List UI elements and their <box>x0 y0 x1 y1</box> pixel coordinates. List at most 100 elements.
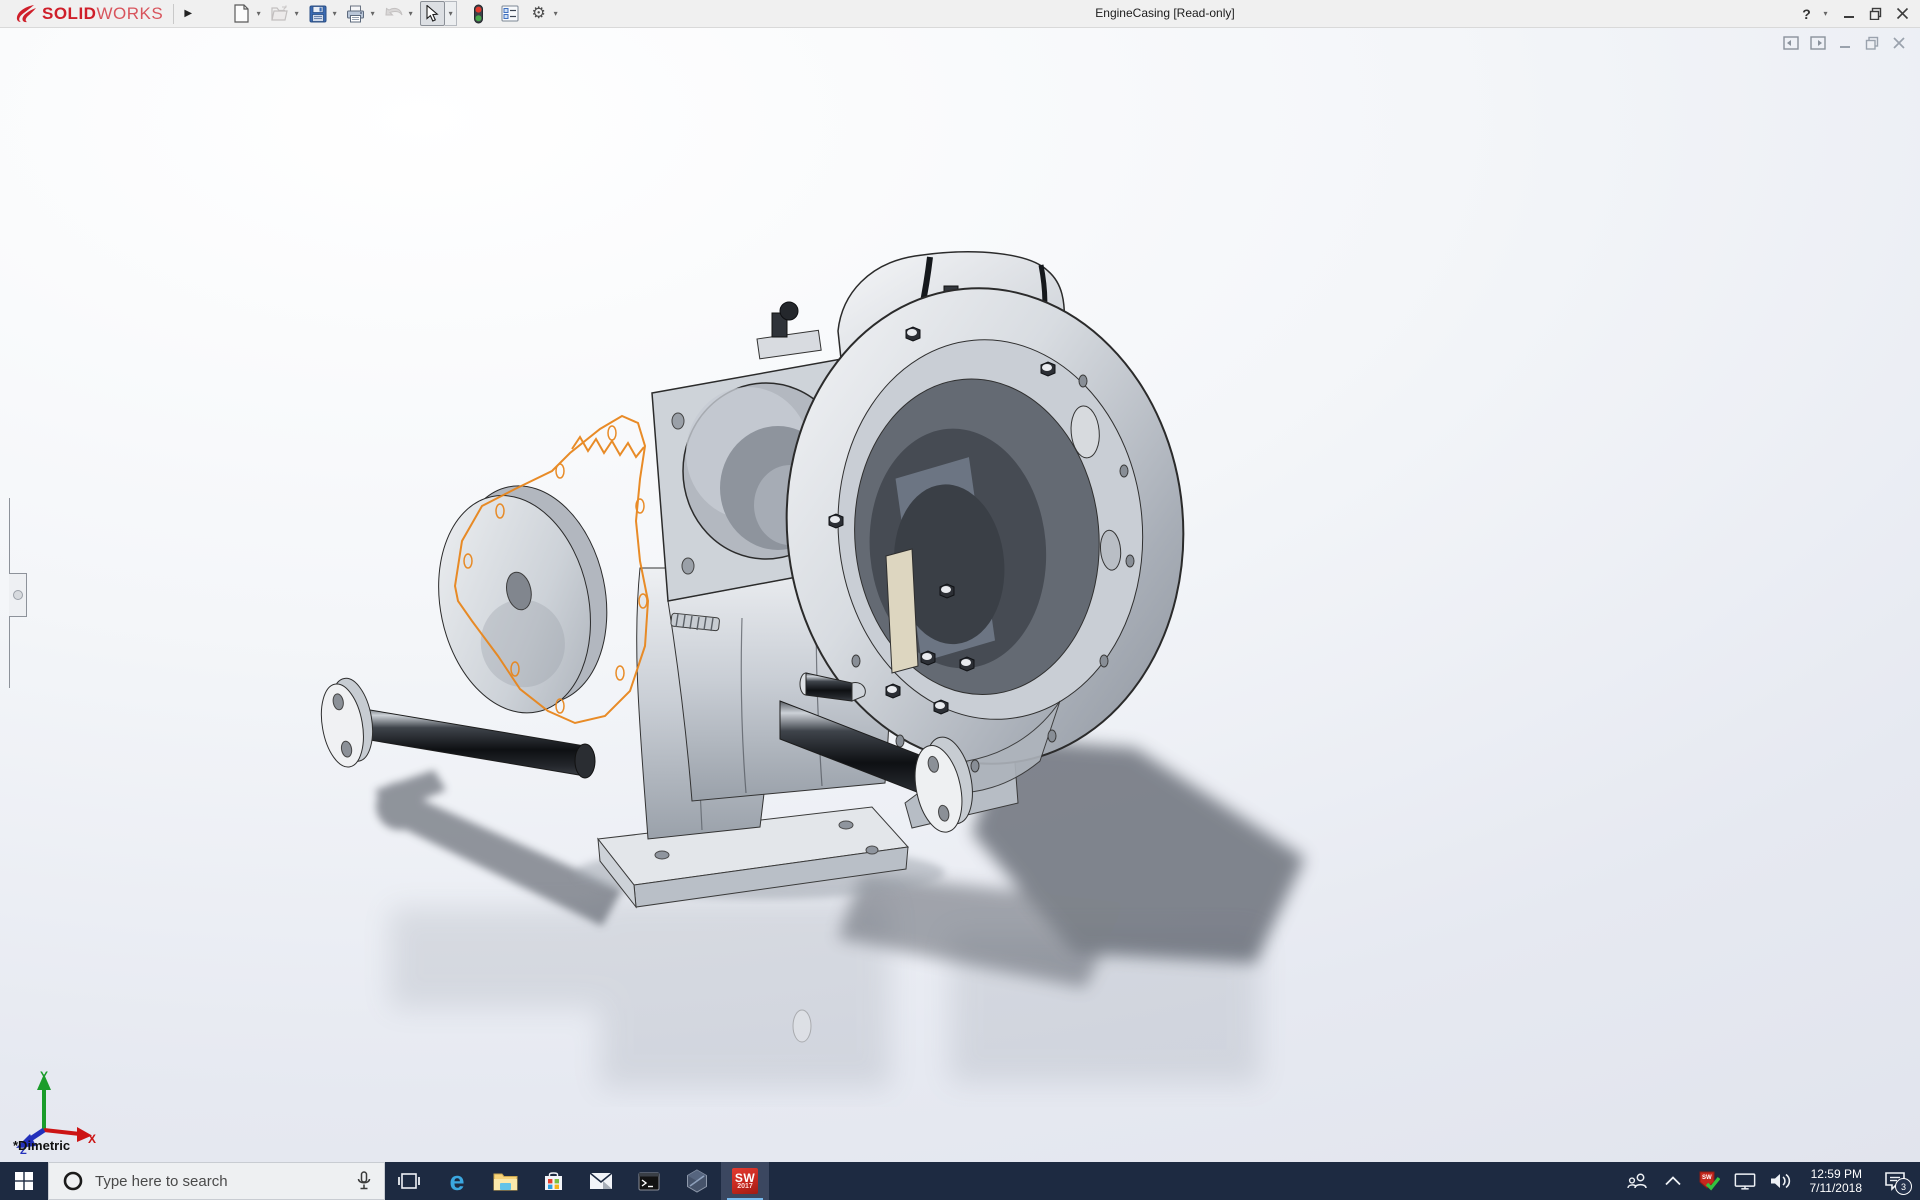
properties-list-icon <box>501 5 519 22</box>
system-tray: SW 12:59 PM 7/11/2018 3 <box>1626 1162 1920 1200</box>
doc-minimize-icon <box>1839 45 1850 48</box>
edge-icon: e <box>449 1165 465 1196</box>
doc-minimize-button[interactable] <box>1836 34 1854 52</box>
open-caret[interactable]: ▾ <box>291 2 302 25</box>
select-tool-button[interactable] <box>420 1 446 26</box>
window-controls: ? ▾ <box>1793 0 1920 27</box>
solidworks-app: { "titlebar": { "brand": {"bold": "SOLID… <box>0 0 1920 1200</box>
open-button[interactable] <box>268 2 291 25</box>
microphone-icon[interactable] <box>356 1171 372 1191</box>
display-network-icon[interactable] <box>1734 1162 1756 1200</box>
gear-icon: ⚙ <box>531 4 546 22</box>
doc-restore-button[interactable] <box>1863 34 1881 52</box>
separator <box>173 3 175 24</box>
people-icon[interactable] <box>1626 1162 1648 1200</box>
store-icon <box>544 1171 562 1190</box>
save-caret[interactable]: ▾ <box>329 2 340 25</box>
solidworks-status-icon[interactable]: SW <box>1698 1162 1720 1200</box>
triad-y-label: Y <box>40 1069 48 1083</box>
help-icon: ? <box>1802 5 1811 22</box>
task-view-button[interactable] <box>385 1162 433 1200</box>
undo-caret[interactable]: ▾ <box>405 2 416 25</box>
action-center-button[interactable]: 3 <box>1880 1162 1912 1200</box>
help-button[interactable]: ? <box>1793 0 1820 27</box>
file-explorer-button[interactable] <box>481 1162 529 1200</box>
mail-icon <box>589 1172 613 1189</box>
document-window-controls <box>1782 34 1908 52</box>
bearing-plate <box>885 548 919 674</box>
notification-badge: 3 <box>1895 1178 1912 1195</box>
command-prompt-button[interactable] <box>625 1162 673 1200</box>
view-orientation-label: *Dimetric <box>13 1138 71 1153</box>
help-caret[interactable]: ▾ <box>1820 2 1831 25</box>
engine-casing-model[interactable] <box>0 28 1920 1162</box>
doc-close-icon <box>1893 37 1905 49</box>
pane-toggle-right-icon <box>1810 36 1826 50</box>
solidworks-taskbar-icon: SW 2017 <box>732 1168 758 1194</box>
solidworks-logo-icon <box>16 4 36 22</box>
svg-text:SW: SW <box>1702 1175 1712 1181</box>
start-button[interactable] <box>0 1162 48 1200</box>
store-button[interactable] <box>529 1162 577 1200</box>
options-caret[interactable]: ▾ <box>550 2 561 25</box>
doc-close-button[interactable] <box>1890 34 1908 52</box>
new-document-button[interactable] <box>230 2 253 25</box>
solidworks-wordmark: SOLIDWORKS <box>42 3 164 23</box>
print-caret[interactable]: ▾ <box>367 2 378 25</box>
pane-toggle-right-button[interactable] <box>1809 34 1827 52</box>
minimize-icon <box>1843 15 1854 18</box>
toolbar-expand-button[interactable]: ▶ <box>180 3 196 25</box>
panel-splitter-handle[interactable] <box>9 573 27 617</box>
clock[interactable]: 12:59 PM 7/11/2018 <box>1806 1167 1867 1195</box>
cover-disc[interactable] <box>418 472 627 728</box>
taskbar-apps: e SW 2017 <box>385 1162 769 1200</box>
triad-x-label: X <box>88 1132 96 1146</box>
print-icon <box>347 5 365 22</box>
titlebar: SOLIDWORKS ▶ ▾ ▾ ▾ ▾ ▾ ▾ ⚙ ▾ EngineCasin… <box>0 0 1920 28</box>
taskbar-search[interactable] <box>48 1162 385 1200</box>
minimize-button[interactable] <box>1835 0 1862 27</box>
properties-button[interactable] <box>498 2 521 25</box>
close-icon <box>1896 7 1909 20</box>
collapsed-panel-edge <box>0 498 27 688</box>
open-icon <box>270 5 288 21</box>
solidworks-logo: SOLIDWORKS <box>14 0 163 27</box>
solidworks-app-button[interactable]: SW 2017 <box>721 1162 769 1200</box>
traffic-light-icon <box>474 4 484 23</box>
taskbar-spacer <box>769 1162 1626 1200</box>
undo-icon <box>385 7 403 15</box>
pane-toggle-left-button[interactable] <box>1782 34 1800 52</box>
file-explorer-icon <box>493 1173 517 1191</box>
command-prompt-icon <box>638 1172 660 1190</box>
restore-icon <box>1869 7 1882 20</box>
quick-access-toolbar: ▾ ▾ ▾ ▾ ▾ ▾ ⚙ ▾ <box>230 1 565 26</box>
clock-date: 7/11/2018 <box>1809 1181 1863 1195</box>
undo-button[interactable] <box>382 2 405 25</box>
doc-restore-icon <box>1865 36 1879 50</box>
edge-button[interactable]: e <box>433 1162 481 1200</box>
hexagon-app-button[interactable] <box>673 1162 721 1200</box>
new-document-caret[interactable]: ▾ <box>253 2 264 25</box>
floor-shadow <box>375 738 1305 1088</box>
volume-icon[interactable] <box>1770 1162 1792 1200</box>
mail-button[interactable] <box>577 1162 625 1200</box>
window-title: EngineCasing [Read-only] <box>1095 6 1235 20</box>
graphics-viewport[interactable]: Y X Z *Dimetric <box>0 28 1920 1162</box>
print-button[interactable] <box>344 2 367 25</box>
hexagon-app-icon <box>687 1169 707 1193</box>
windows-taskbar: e <box>0 1162 1920 1200</box>
select-tool-caret[interactable]: ▾ <box>445 1 458 26</box>
select-cursor-icon <box>426 5 439 22</box>
new-document-icon <box>234 4 249 23</box>
splitter-dot-icon <box>12 590 23 600</box>
cortana-icon <box>63 1171 83 1191</box>
chevron-up-icon[interactable] <box>1662 1162 1684 1200</box>
save-button[interactable] <box>306 2 329 25</box>
view-indicator-button[interactable] <box>467 2 490 25</box>
search-input[interactable] <box>93 1171 350 1191</box>
restore-button[interactable] <box>1862 0 1889 27</box>
close-button[interactable] <box>1889 0 1916 27</box>
save-icon <box>309 5 327 22</box>
options-button[interactable]: ⚙ <box>527 2 550 25</box>
pane-toggle-left-icon <box>1783 36 1799 50</box>
